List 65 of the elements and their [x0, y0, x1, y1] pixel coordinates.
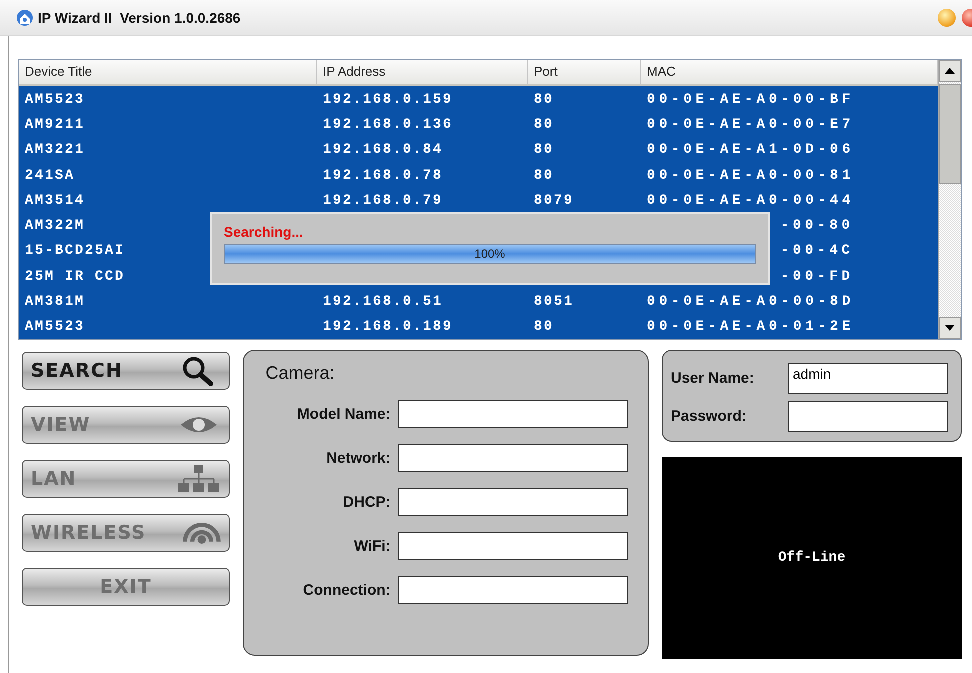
field-label: Password: [671, 408, 748, 425]
input-field[interactable] [398, 532, 628, 560]
table-cell-text: 192.168.0.159 [322, 92, 454, 108]
input-field[interactable] [398, 488, 628, 516]
scroll-thumb[interactable] [939, 84, 961, 184]
up-arrow-icon [945, 68, 955, 74]
field-label: User Name: [671, 370, 756, 387]
panel-title: Camera: [266, 363, 336, 384]
wireless-icon [183, 522, 221, 544]
table-cell-text: 80 [533, 142, 554, 158]
network-icon [177, 464, 221, 494]
down-arrow-icon [945, 325, 955, 331]
table-cell-text: 80 [533, 319, 554, 336]
app-icon [16, 8, 34, 26]
table-cell: 00-0E-AE-A0-01-2E [647, 319, 854, 336]
table-cell-text: 192.168.0.136 [322, 116, 454, 133]
table-cell: 00-0E-AE-A0-00-E7 [647, 116, 854, 133]
search-button[interactable]: SEARCH [22, 352, 230, 390]
table-cell: -00-4C [780, 243, 854, 260]
progress-percent: 100% [474, 247, 506, 261]
table-cell-text: 80 [533, 168, 554, 184]
table-cell-text: 80 [533, 92, 554, 108]
table-cell-text: 192.168.0.84 [322, 142, 444, 158]
status-text: Off-Line [778, 550, 846, 566]
input-field[interactable] [398, 576, 628, 604]
input-field[interactable] [788, 401, 948, 432]
field-label: DHCP: [342, 494, 392, 510]
table-cell-text: AM9211 [24, 116, 86, 133]
table-cell-text: AM381M [24, 294, 86, 310]
table-cell-text: 8051 [533, 294, 574, 310]
scroll-up-button[interactable] [939, 60, 961, 82]
column-header[interactable]: Port [528, 60, 641, 84]
input-field[interactable] [398, 400, 628, 428]
table-cell-text: 192.168.0.79 [322, 192, 444, 209]
table-cell-text: AM322M [24, 218, 86, 234]
table-cell-text: 25M IR CCD [24, 268, 126, 285]
table-cell: 00-0E-AE-A0-00-8D [647, 294, 854, 310]
table-cell: 00-0E-AE-A1-0D-06 [647, 142, 854, 158]
input-field[interactable] [398, 444, 628, 472]
table-cell-text: 8079 [533, 192, 574, 209]
field-label: WiFi: [353, 538, 392, 554]
table-cell-text: AM3221 [24, 142, 86, 158]
table-cell-text: 15-BCD25AI [24, 243, 126, 260]
field-label: Connection: [302, 582, 392, 598]
window-title: IP Wizard II Version 1.0.0.2686 [38, 10, 242, 26]
table-cell: 00-0E-AE-A0-00-81 [647, 168, 854, 184]
field-label: Model Name: [296, 406, 392, 422]
table-cell-text: AM5523 [24, 319, 86, 336]
table-cell: 00-0E-AE-A0-00-44 [647, 192, 854, 209]
table-cell-text: 192.168.0.189 [322, 319, 454, 336]
searching-label: Searching... [224, 224, 304, 240]
table-cell-text: 192.168.0.51 [322, 294, 444, 310]
table-cell-text: 241SA [24, 168, 76, 184]
column-header[interactable]: Device Title [19, 60, 317, 84]
table-cell-text: AM3514 [24, 192, 86, 209]
input-field[interactable]: admin [788, 363, 948, 394]
column-header[interactable]: IP Address [317, 60, 528, 84]
table-cell-text: 80 [533, 116, 554, 133]
table-cell: -00-FD [780, 268, 854, 285]
field-label: Network: [326, 450, 392, 466]
scroll-down-button[interactable] [939, 317, 961, 339]
table-cell: -00-80 [780, 218, 854, 234]
table-cell-text: AM5523 [24, 92, 86, 108]
table-cell-text: 192.168.0.78 [322, 168, 444, 184]
table-cell: 00-0E-AE-A0-00-BF [647, 92, 854, 108]
